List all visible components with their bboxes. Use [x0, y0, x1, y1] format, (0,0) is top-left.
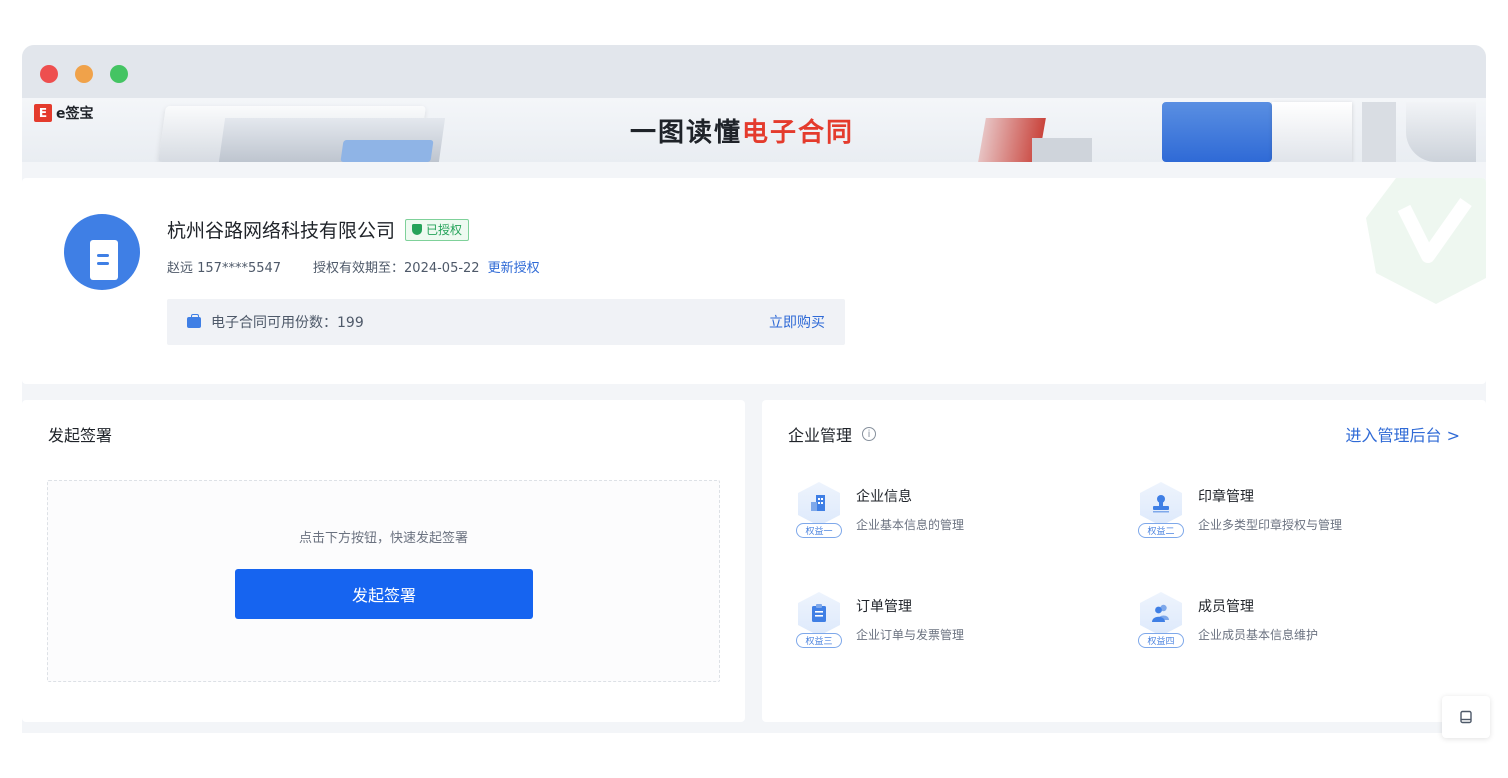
feature-desc: 企业基本信息的管理	[856, 518, 965, 532]
start-sign-hint: 点击下方按钮，快速发起签署	[298, 531, 468, 546]
auth-expiry-text: 授权有效期至：2024-05-22	[313, 261, 480, 276]
start-sign-button[interactable]: 发起签署	[235, 569, 533, 619]
document-icon	[90, 240, 118, 280]
contract-quota-bar: 电子合同可用份数：199 立即购买	[167, 299, 845, 345]
banner-title-dark: 一图读懂	[630, 118, 743, 148]
start-sign-card: 发起签署 点击下方按钮，快速发起签署 发起签署	[22, 400, 745, 722]
shield-check-icon	[412, 224, 423, 235]
banner-decoration	[1032, 138, 1092, 162]
authorized-badge: 已授权	[405, 218, 470, 241]
feature-title: 订单管理	[856, 599, 912, 615]
feature-seal-management[interactable]: 权益二 印章管理 企业多类型印章授权与管理	[1138, 482, 1342, 542]
feature-enterprise-info[interactable]: 权益一 企业信息 企业基本信息的管理	[796, 482, 964, 542]
feature-member-management[interactable]: 权益四 成员管理 企业成员基本信息维护	[1138, 592, 1318, 652]
company-name-row: 杭州谷路网络科技有限公司 已授权	[167, 216, 470, 243]
feature-title: 成员管理	[1198, 599, 1254, 615]
benefit-tag: 权益一	[796, 523, 842, 538]
start-sign-area: 点击下方按钮，快速发起签署 发起签署	[47, 480, 720, 682]
seal-icon	[1153, 495, 1169, 513]
logo-mark-icon: E	[34, 104, 52, 122]
banner-decoration	[340, 140, 434, 162]
banner-decoration	[1406, 102, 1476, 162]
company-info-card: 杭州谷路网络科技有限公司 已授权 赵远 157****5547 授权有效期至：2…	[22, 178, 1486, 384]
banner-title-red: 电子合同	[742, 118, 855, 148]
feature-desc: 企业成员基本信息维护	[1198, 628, 1319, 642]
feature-desc: 企业多类型印章授权与管理	[1198, 518, 1343, 532]
start-sign-title: 发起签署	[48, 426, 113, 445]
floating-help-button[interactable]	[1442, 696, 1490, 738]
feature-order-management[interactable]: 权益三 订单管理 企业订单与发票管理	[796, 592, 964, 652]
benefit-tag: 权益二	[1138, 523, 1184, 538]
v-watermark-icon	[1366, 178, 1486, 304]
window-titlebar	[22, 45, 1486, 98]
banner-title: 一图读懂电子合同	[630, 112, 854, 149]
benefit-tag: 权益四	[1138, 633, 1184, 648]
company-name: 杭州谷路网络科技有限公司	[167, 220, 396, 242]
info-icon[interactable]: i	[862, 427, 877, 441]
members-icon	[1152, 604, 1169, 622]
authorized-badge-label: 已授权	[426, 223, 463, 237]
contact-info: 赵远 157****5547	[167, 261, 282, 276]
quota-text: 电子合同可用份数：199	[211, 315, 364, 331]
feature-icon-wrapper: 权益三	[796, 592, 842, 652]
enterprise-management-card: 企业管理 i 进入管理后台 > 权益一 企业信息 企业基本信息的管理 权益二 印…	[762, 400, 1486, 722]
company-sub-row: 赵远 157****5547 授权有效期至：2024-05-22 更新授权	[167, 257, 540, 276]
enterprise-management-title: 企业管理	[788, 426, 853, 445]
maximize-window-button[interactable]	[110, 65, 128, 83]
benefit-tag: 权益三	[796, 633, 842, 648]
building-icon	[811, 495, 825, 511]
logo-text: e签宝	[56, 106, 94, 122]
banner-decoration	[1362, 102, 1396, 162]
quota-info: 电子合同可用份数：199	[187, 312, 364, 332]
feature-title: 企业信息	[856, 489, 912, 505]
feature-desc: 企业订单与发票管理	[856, 628, 965, 642]
buy-now-link[interactable]: 立即购买	[769, 312, 825, 332]
clipboard-icon	[812, 604, 826, 622]
feature-icon-wrapper: 权益一	[796, 482, 842, 542]
admin-console-link[interactable]: 进入管理后台 >	[1346, 422, 1461, 446]
esign-logo: E e签宝	[34, 103, 94, 123]
close-window-button[interactable]	[40, 65, 58, 83]
banner-decoration	[1162, 102, 1272, 162]
company-avatar	[64, 214, 140, 290]
enterprise-management-header: 企业管理 i	[788, 422, 877, 446]
book-icon	[1460, 710, 1472, 724]
briefcase-icon	[187, 313, 201, 328]
banner-decoration	[1272, 102, 1352, 162]
feature-title: 印章管理	[1198, 489, 1254, 505]
promo-banner[interactable]: E e签宝 一图读懂电子合同	[22, 98, 1486, 162]
browser-window: E e签宝 一图读懂电子合同 杭州谷路网络科技有限公司 已授权 赵远 157**…	[22, 45, 1486, 733]
feature-icon-wrapper: 权益二	[1138, 482, 1184, 542]
auth-expiry: 授权有效期至：2024-05-22 更新授权	[313, 257, 540, 276]
renew-auth-link[interactable]: 更新授权	[488, 261, 540, 276]
minimize-window-button[interactable]	[75, 65, 93, 83]
feature-icon-wrapper: 权益四	[1138, 592, 1184, 652]
